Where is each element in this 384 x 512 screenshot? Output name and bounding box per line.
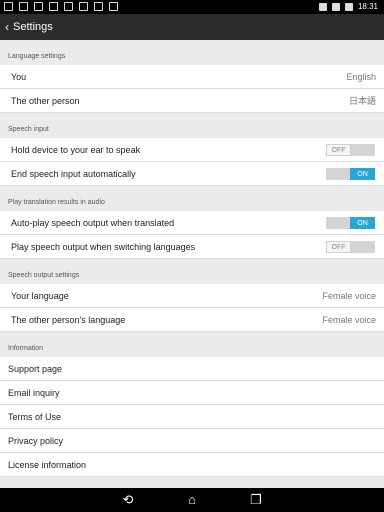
row-you-language[interactable]: You English	[0, 65, 384, 89]
toggle-state: OFF	[326, 144, 351, 156]
back-icon[interactable]: ⟲	[118, 492, 138, 508]
menu-icon	[79, 2, 88, 11]
toggle-state: ON	[350, 217, 375, 229]
wifi-icon	[331, 2, 340, 11]
row-autoplay[interactable]: Auto-play speech output when translated …	[0, 211, 384, 235]
sim-icon	[4, 2, 13, 11]
switch-languages-toggle[interactable]: OFF	[326, 241, 375, 253]
hold-to-ear-toggle[interactable]: OFF	[326, 144, 375, 156]
battery-icon	[344, 2, 353, 11]
row-value: English	[346, 71, 376, 82]
row-hold-to-ear[interactable]: Hold device to your ear to speak OFF	[0, 138, 384, 162]
shield-icon	[49, 2, 58, 11]
mail-icon	[34, 2, 43, 11]
row-your-language-voice[interactable]: Your language Female voice	[0, 284, 384, 308]
row-support-page[interactable]: Support page	[0, 357, 384, 381]
row-end-input-automatically[interactable]: End speech input automatically ON	[0, 162, 384, 186]
row-value: 日本語	[348, 96, 376, 106]
autoplay-toggle[interactable]: ON	[326, 217, 375, 229]
row-label: End speech input automatically	[11, 168, 136, 179]
home-icon[interactable]: ⌂	[182, 492, 202, 508]
row-label: Privacy policy	[8, 435, 64, 446]
download-icon	[94, 2, 103, 11]
photo-icon	[19, 2, 28, 11]
row-terms-of-use[interactable]: Terms of Use	[0, 405, 384, 429]
row-label: The other person's language	[11, 314, 126, 325]
toggle-state: ON	[350, 168, 375, 180]
row-label: The other person	[11, 95, 80, 106]
row-label: Your language	[11, 290, 69, 301]
system-icons: 18:31	[318, 2, 378, 11]
row-label: Terms of Use	[8, 411, 62, 422]
page-title: Settings	[13, 21, 53, 33]
row-label: License information	[8, 459, 87, 470]
row-value: Female voice	[322, 290, 376, 301]
navigation-bar: ⟲ ⌂ ❐	[0, 488, 384, 512]
chevron-left-icon[interactable]: ‹	[2, 14, 12, 40]
alarm-icon	[318, 2, 327, 11]
status-time: 18:31	[357, 2, 378, 11]
row-label: Support page	[8, 363, 63, 374]
app-bar: ‹ Settings	[0, 14, 384, 40]
row-value: Female voice	[322, 314, 376, 325]
toggle-state: OFF	[326, 241, 351, 253]
row-license-information[interactable]: License information	[0, 453, 384, 477]
download-icon	[64, 2, 73, 11]
row-label: Auto-play speech output when translated	[11, 217, 175, 228]
end-input-toggle[interactable]: ON	[326, 168, 375, 180]
pin-icon	[109, 2, 118, 11]
row-privacy-policy[interactable]: Privacy policy	[0, 429, 384, 453]
notification-icons	[4, 2, 118, 11]
row-label: You	[11, 71, 27, 82]
row-label: Hold device to your ear to speak	[11, 144, 141, 155]
row-label: Play speech output when switching langua…	[11, 241, 196, 252]
row-switch-languages-playback[interactable]: Play speech output when switching langua…	[0, 235, 384, 259]
row-other-person-language[interactable]: The other person 日本語	[0, 89, 384, 113]
settings-list: Language settings You English The other …	[0, 40, 384, 488]
row-label: Email inquiry	[8, 387, 60, 398]
status-bar: 18:31	[0, 0, 384, 14]
row-other-language-voice[interactable]: The other person's language Female voice	[0, 308, 384, 332]
row-email-inquiry[interactable]: Email inquiry	[0, 381, 384, 405]
recents-icon[interactable]: ❐	[246, 492, 266, 508]
